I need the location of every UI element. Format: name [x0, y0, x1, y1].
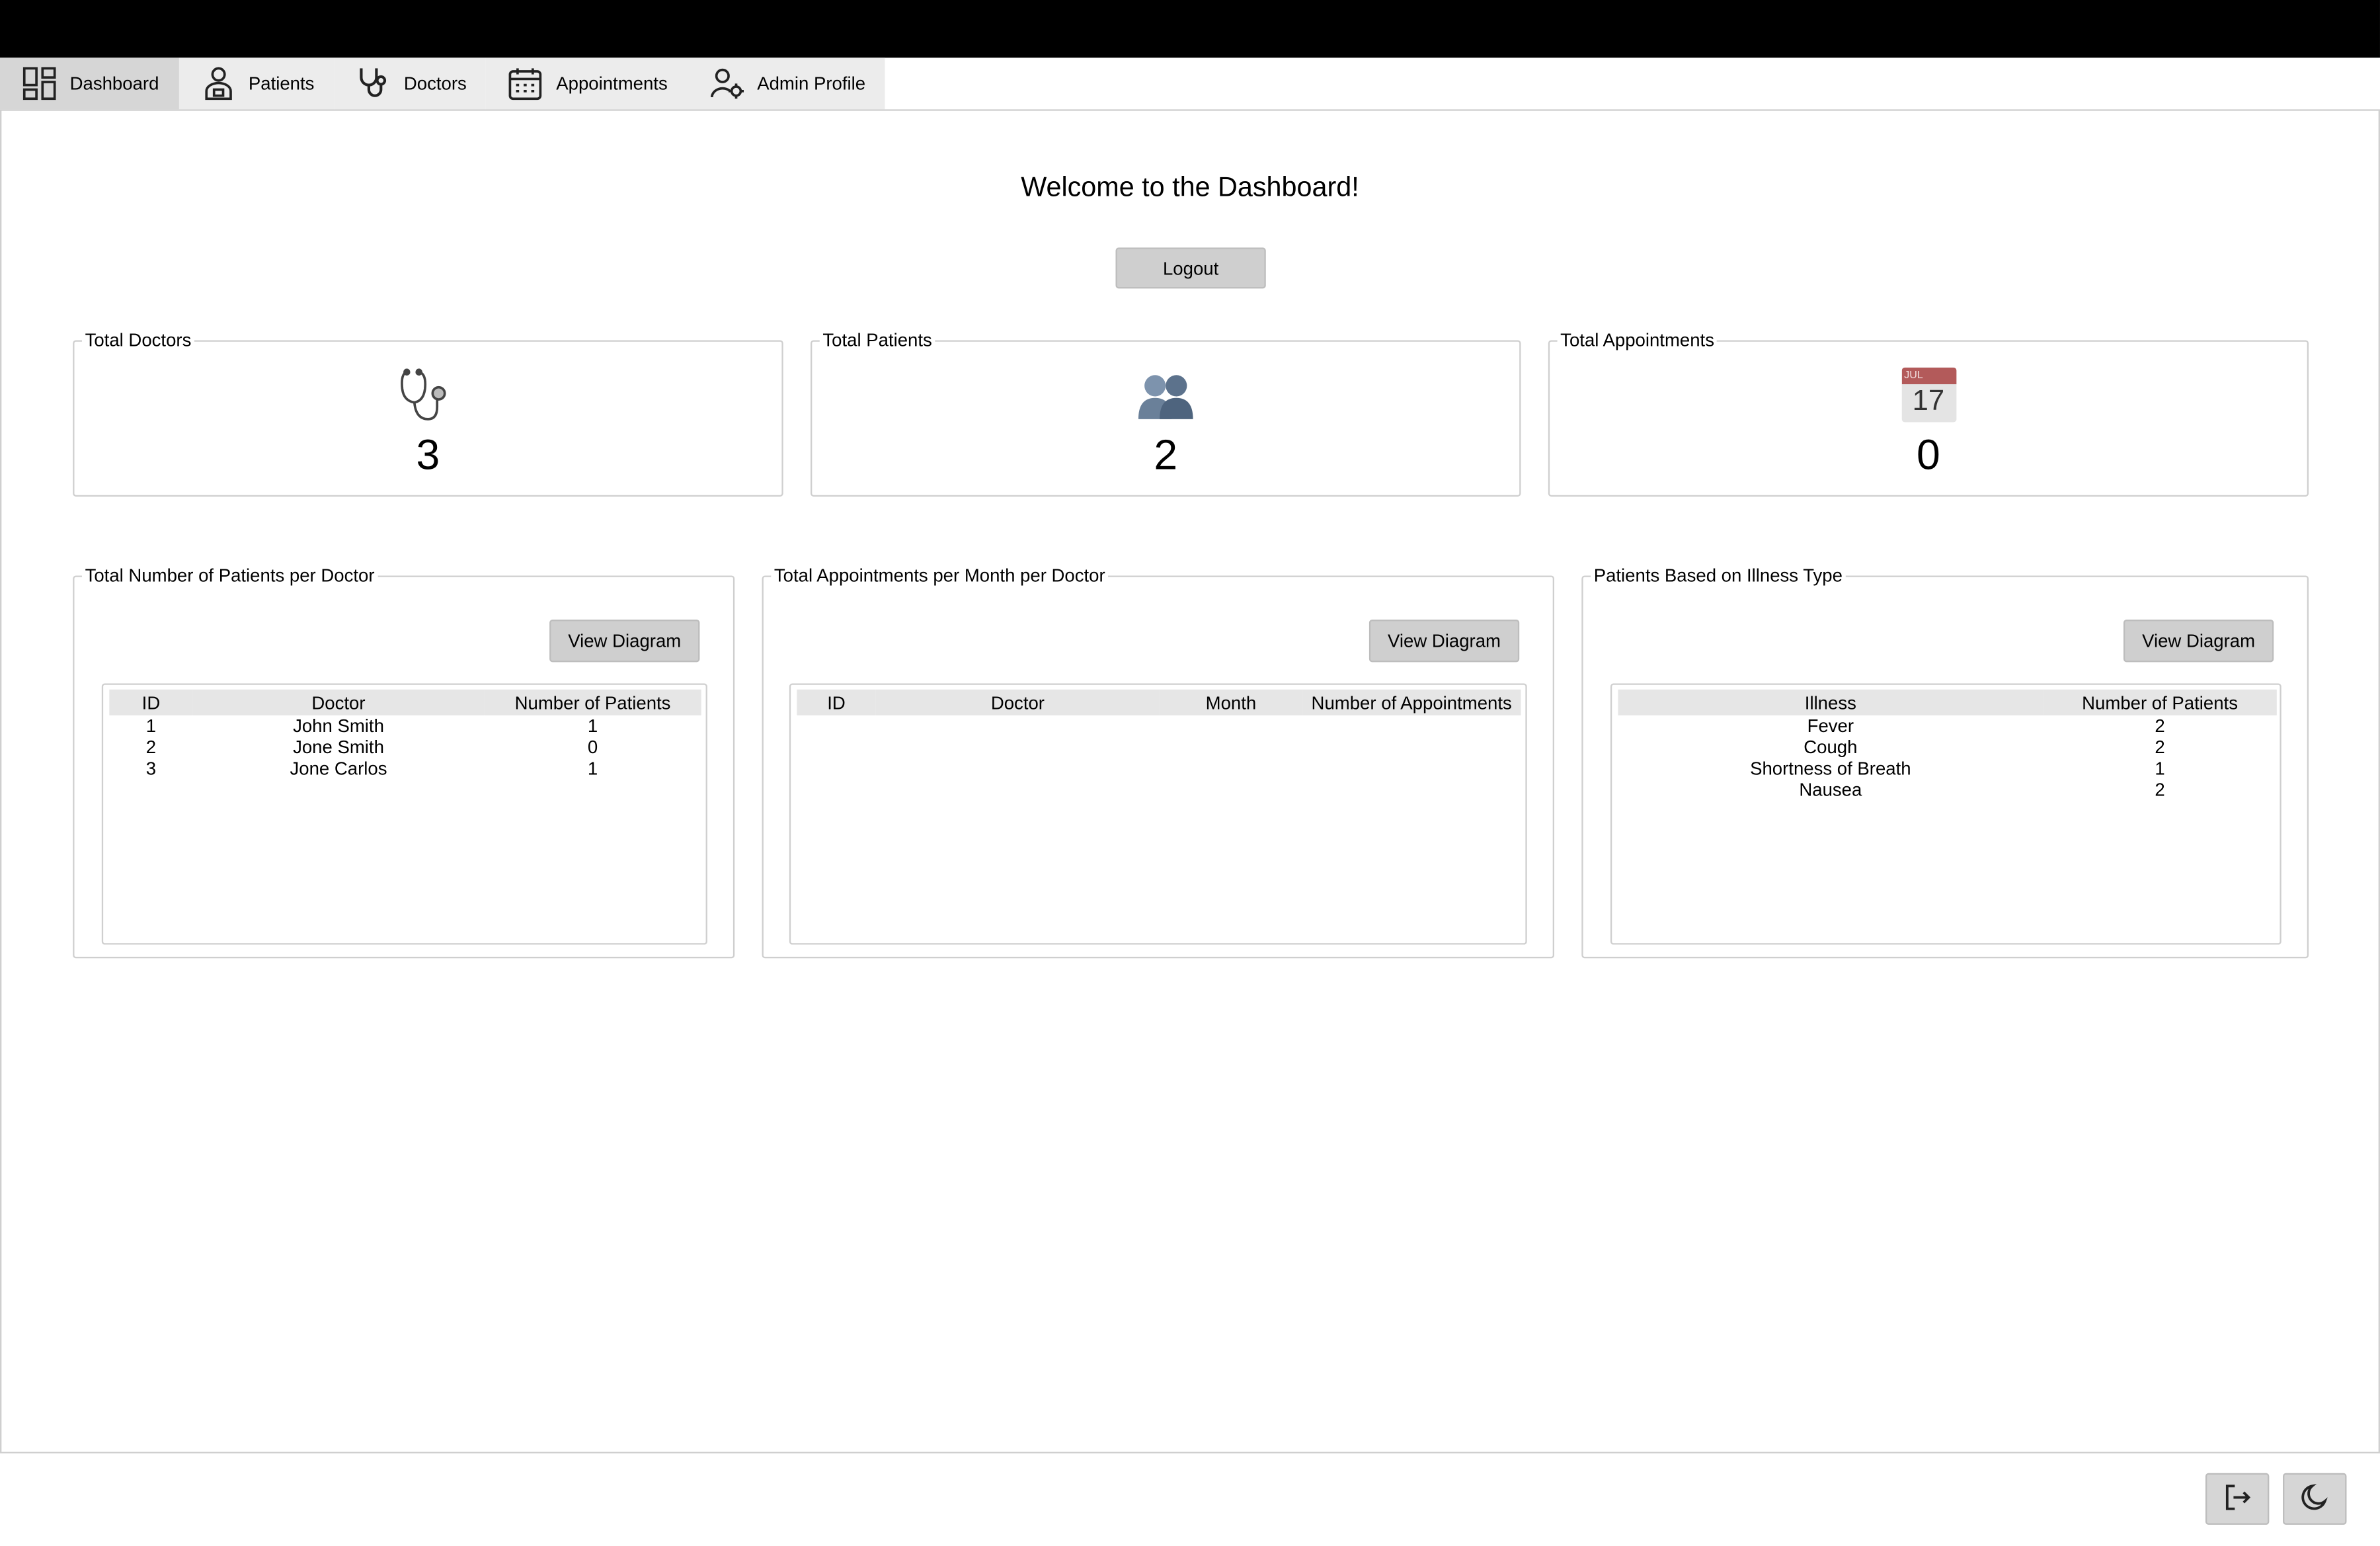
patients-per-doctor-table: ID Doctor Number of Patients 1 John Smit…: [101, 683, 707, 945]
total-patients-card: Total Patients 2: [811, 329, 1521, 497]
card-title: Total Appointments: [1557, 329, 1718, 351]
logout-button[interactable]: Logout: [1115, 247, 1266, 289]
view-diagram-button[interactable]: View Diagram: [549, 620, 700, 663]
window-title-bar: [0, 0, 2380, 58]
data-table: ID Doctor Month Number of Appointments: [797, 689, 1521, 715]
cell-count: 0: [587, 736, 598, 758]
cell-id: 2: [145, 736, 157, 758]
appointments-per-month-panel: Total Appointments per Month per Doctor …: [762, 565, 1555, 959]
patients-per-doctor-panel: Total Number of Patients per Doctor View…: [73, 565, 735, 959]
tab-doctors[interactable]: Doctors: [334, 58, 487, 110]
cell-count: 1: [587, 758, 598, 780]
user-gear-icon: [709, 65, 745, 102]
table-header-row: ID Doctor Month Number of Appointments: [797, 689, 1521, 715]
sign-out-button[interactable]: [2205, 1473, 2270, 1525]
cell-illness: Fever: [1807, 715, 1854, 737]
cell-doctor: John Smith: [293, 715, 384, 737]
table-row[interactable]: Cough 2: [1618, 737, 2276, 758]
column-header[interactable]: ID: [109, 689, 193, 715]
cell-id: 1: [145, 715, 157, 737]
cell-illness: Shortness of Breath: [1750, 758, 1911, 780]
table-row[interactable]: 1 John Smith 1: [109, 715, 701, 737]
column-header[interactable]: Doctor: [192, 689, 485, 715]
cell-id: 3: [145, 758, 157, 780]
tab-bar: Dashboard Patients Doctors Appointments …: [0, 58, 885, 110]
cell-count: 2: [2155, 715, 2165, 737]
page-title: Welcome to the Dashboard!: [1021, 171, 1359, 202]
total-doctors-card: Total Doctors 3: [73, 329, 783, 497]
table-row[interactable]: Shortness of Breath 1: [1618, 758, 2276, 779]
panel-title: Total Appointments per Month per Doctor: [771, 565, 1109, 587]
tab-label: Dashboard: [69, 73, 159, 95]
table-row[interactable]: Fever 2: [1618, 715, 2276, 737]
tab-label: Doctors: [403, 73, 467, 95]
cell-illness: Cough: [1804, 736, 1858, 758]
dark-mode-toggle[interactable]: [2283, 1473, 2347, 1525]
cell-illness: Nausea: [1799, 779, 1862, 801]
panel-title: Patients Based on Illness Type: [1591, 565, 1846, 587]
calendar-month: JUL: [1904, 370, 1923, 382]
view-diagram-button[interactable]: View Diagram: [2123, 620, 2274, 663]
table-header-row: ID Doctor Number of Patients: [109, 689, 701, 715]
table-row[interactable]: 2 Jone Smith 0: [109, 737, 701, 758]
people-emoji-icon: [812, 368, 1519, 423]
tab-appointments[interactable]: Appointments: [486, 58, 688, 110]
column-header[interactable]: Number of Appointments: [1302, 689, 1521, 715]
column-header[interactable]: Illness: [1618, 689, 2043, 715]
cell-count: 1: [2155, 758, 2165, 780]
view-diagram-button[interactable]: View Diagram: [1368, 620, 1520, 663]
dashboard-icon: [21, 65, 58, 102]
cell-count: 2: [2155, 736, 2165, 758]
dashboard-content: Welcome to the Dashboard! Logout Total D…: [0, 109, 2380, 1453]
table-header-row: Illness Number of Patients: [1618, 689, 2277, 715]
data-table: ID Doctor Number of Patients 1 John Smit…: [109, 689, 701, 779]
sign-out-icon: [2222, 1481, 2252, 1516]
calendar-icon: [508, 65, 544, 102]
stethoscope-icon: [355, 65, 391, 102]
table-row[interactable]: Nausea 2: [1618, 779, 2276, 800]
appointments-per-month-table: ID Doctor Month Number of Appointments: [789, 683, 1527, 945]
doctor-count: 3: [416, 431, 440, 479]
cell-count: 2: [2155, 779, 2165, 801]
calendar-emoji-icon: JUL 17: [1550, 367, 2307, 423]
patient-icon: [200, 65, 236, 102]
card-title: Total Patients: [819, 329, 935, 351]
tab-label: Admin Profile: [757, 73, 866, 95]
tab-label: Appointments: [556, 73, 668, 95]
stethoscope-emoji-icon: [74, 368, 781, 425]
table-row[interactable]: 3 Jone Carlos 1: [109, 758, 701, 779]
illness-type-panel: Patients Based on Illness Type View Diag…: [1581, 565, 2309, 959]
total-appointments-card: Total Appointments JUL 17 0: [1548, 329, 2309, 497]
column-header[interactable]: Month: [1160, 689, 1302, 715]
tab-dashboard[interactable]: Dashboard: [0, 58, 179, 110]
card-title: Total Doctors: [81, 329, 194, 351]
cell-doctor: Jone Smith: [293, 736, 384, 758]
patient-count: 2: [1154, 431, 1178, 479]
tab-label: Patients: [248, 73, 315, 95]
column-header[interactable]: Number of Patients: [484, 689, 701, 715]
illness-type-table: Illness Number of Patients Fever 2 Cough…: [1610, 683, 2281, 945]
data-table: Illness Number of Patients Fever 2 Cough…: [1618, 689, 2277, 800]
column-header[interactable]: Doctor: [875, 689, 1160, 715]
panel-title: Total Number of Patients per Doctor: [81, 565, 378, 587]
cell-doctor: Jone Carlos: [290, 758, 387, 780]
tab-patients[interactable]: Patients: [178, 58, 335, 110]
column-header[interactable]: ID: [797, 689, 876, 715]
calendar-day: 17: [1912, 386, 1945, 418]
appointment-count: 0: [1917, 431, 1940, 479]
cell-count: 1: [587, 715, 598, 737]
column-header[interactable]: Number of Patients: [2043, 689, 2277, 715]
tab-admin-profile[interactable]: Admin Profile: [687, 58, 885, 110]
moon-icon: [2299, 1481, 2330, 1516]
